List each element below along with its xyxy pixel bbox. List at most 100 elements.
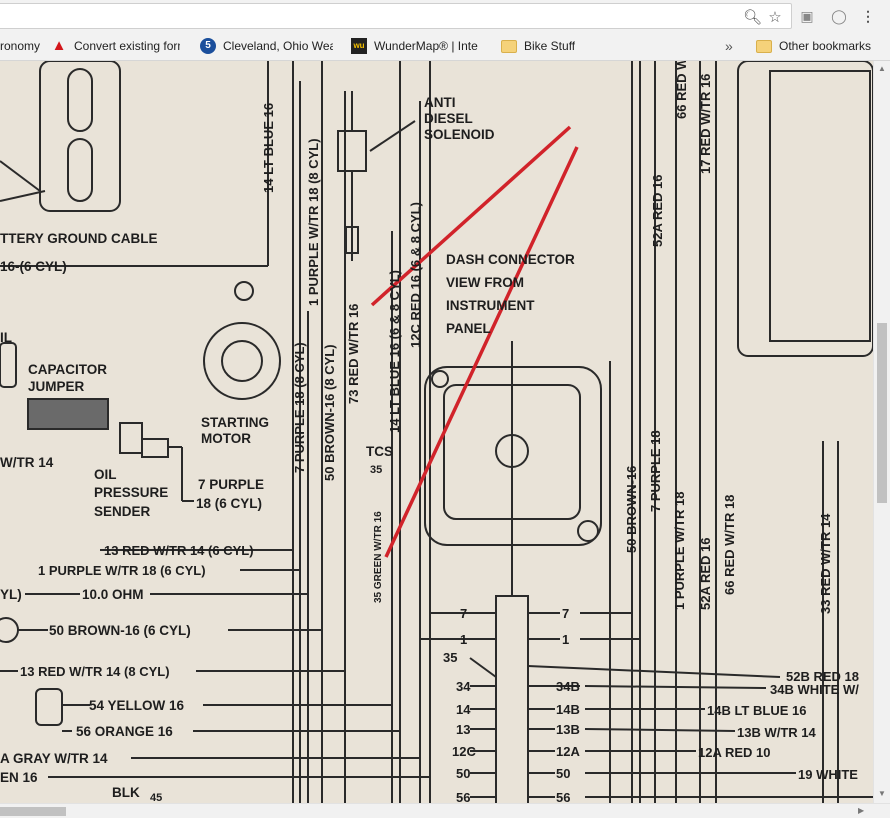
diagram-label: CAPACITOR xyxy=(28,362,107,377)
wire-label: 50 BROWN-16 (8 CYL) xyxy=(322,344,337,481)
diagram-label: 1 PURPLE W/TR 18 (6 CYL) xyxy=(38,563,206,578)
diagram-label: 54 YELLOW 16 xyxy=(89,698,185,713)
pin-number: 7 xyxy=(460,606,467,621)
diagram-label: 35 xyxy=(370,464,382,476)
diagram-label: 19 WHITE xyxy=(798,767,858,782)
diagram-label: STARTING xyxy=(201,415,269,430)
pin-number: 12A xyxy=(556,744,580,759)
diagram-label: OIL xyxy=(94,467,117,482)
bookmark-star-icon[interactable]: ☆ xyxy=(767,10,783,26)
diagram-label: TCS xyxy=(366,444,393,459)
diagram-label: ANTI xyxy=(424,95,456,110)
wire-label: 17 RED W/TR 16 xyxy=(698,74,713,174)
pin-number: 34 xyxy=(456,679,471,694)
horizontal-scrollbar[interactable]: ▶ xyxy=(0,803,890,818)
wire-label: 73 RED W/TR 16 xyxy=(346,304,361,404)
pin-number: 12C xyxy=(452,744,476,759)
address-bar[interactable]: 🔍︎ ☆ xyxy=(0,3,792,29)
diagram-label: DASH CONNECTOR xyxy=(446,252,575,267)
wire-label: 35 GREEN W/TR 16 xyxy=(373,511,384,603)
diagram-label: A GRAY W/TR 14 xyxy=(0,751,108,766)
bookmark-item[interactable]: wu WunderMap® | Inte xyxy=(351,32,488,60)
wire-label: 7 PURPLE 18 (8 CYL) xyxy=(292,342,307,473)
pin-number: 1 xyxy=(562,632,569,647)
wunderground-icon: wu xyxy=(351,38,367,54)
wiring-diagram-image: ANTI DIESEL SOLENOID TTERY GROUND CABLE … xyxy=(0,61,873,803)
diagram-label: 13 RED W/TR 14 (8 CYL) xyxy=(20,664,170,679)
bookmark-item[interactable]: 5 Cleveland, Ohio Wea xyxy=(200,32,340,60)
diagram-label: 18 (6 CYL) xyxy=(196,496,262,511)
diagram-label: PRESSURE xyxy=(94,485,168,500)
wire-label: 7 PURPLE 18 xyxy=(648,430,663,512)
bookmarks-overflow-button[interactable]: » xyxy=(725,32,739,60)
vertical-scrollbar-thumb[interactable] xyxy=(877,323,887,503)
folder-icon xyxy=(501,39,517,53)
diagram-label: INSTRUMENT xyxy=(446,298,535,313)
diagram-label: 50 BROWN-16 (6 CYL) xyxy=(49,623,191,638)
diagram-label: 13B W/TR 14 xyxy=(737,725,817,740)
adobe-icon: ▲ xyxy=(51,37,67,54)
bookmarks-bar: ronomy ▲ Convert existing form 5 Clevela… xyxy=(0,32,890,61)
menu-icon[interactable]: ⋮ xyxy=(858,6,878,26)
diagram-label: EN 16 xyxy=(0,770,38,785)
vertical-scrollbar[interactable]: ▲ ▼ xyxy=(873,61,890,803)
diagram-label: 16-(6 CYL) xyxy=(0,259,67,274)
zoom-icon[interactable]: 🔍︎ xyxy=(743,10,762,26)
wire-label: 66 RED W/TR xyxy=(674,61,689,119)
diagram-label: PANEL xyxy=(446,321,491,336)
pin-number: 34B xyxy=(556,679,580,694)
diagram-label: 7 PURPLE xyxy=(198,477,264,492)
other-bookmarks-folder[interactable]: Other bookmarks xyxy=(756,32,886,60)
diagram-label: 34B WHITE W/ xyxy=(770,682,859,697)
wire-label: 52A RED 16 xyxy=(698,538,713,611)
diagram-label: VIEW FROM xyxy=(446,275,524,290)
scroll-down-icon[interactable]: ▼ xyxy=(878,789,886,799)
diagram-label: BLK xyxy=(112,785,140,800)
pin-number: 50 xyxy=(456,766,470,781)
horizontal-scrollbar-thumb[interactable] xyxy=(0,807,66,816)
bookmark-item[interactable]: ronomy xyxy=(0,32,44,60)
diagram-label: IL xyxy=(0,330,12,345)
scroll-up-icon[interactable]: ▲ xyxy=(878,64,886,74)
wire-label: 1 PURPLE W/TR 18 xyxy=(672,492,687,610)
extension-icon[interactable]: ◯ xyxy=(829,6,849,26)
diagram-label: DIESEL xyxy=(424,111,473,126)
bookmark-folder[interactable]: Bike Stuff xyxy=(501,32,591,60)
diagram-label: 10.0 OHM xyxy=(82,587,144,602)
diagram-label: SENDER xyxy=(94,504,151,519)
diagram-label: 13 RED W/TR 14 (6 CYL) xyxy=(104,543,254,558)
pin-number: 7 xyxy=(562,606,569,621)
diagram-label: 14B LT BLUE 16 xyxy=(707,703,806,718)
folder-icon xyxy=(756,39,772,53)
pin-number: 56 xyxy=(556,790,570,803)
pin-number: 14 xyxy=(456,702,471,717)
address-bar-strip: 🔍︎ ☆ ▣ ◯ ⋮ xyxy=(0,0,890,33)
diagram-label: W/TR 14 xyxy=(0,455,54,470)
extension-icon[interactable]: ▣ xyxy=(797,6,817,26)
wire-label: 33 RED W/TR 14 xyxy=(818,513,833,614)
pin-number: 13 xyxy=(456,722,470,737)
diagram-label: 56 ORANGE 16 xyxy=(76,724,173,739)
pin-number: 35 xyxy=(443,650,457,665)
pin-number: 13B xyxy=(556,722,580,737)
wire-label: 14 LT BLUE 16 (6 & 8 CYL) xyxy=(387,270,402,433)
wire-label: 50 BROWN-16 xyxy=(624,466,639,553)
pin-number: 1 xyxy=(460,632,467,647)
diagram-label: TTERY GROUND CABLE xyxy=(0,231,158,246)
bookmark-item[interactable]: ▲ Convert existing form xyxy=(51,32,188,60)
wire-label: 12C RED 16 (6 & 8 CYL) xyxy=(408,202,423,348)
news5-icon: 5 xyxy=(200,38,216,54)
diagram-label: 12A RED 10 xyxy=(698,745,771,760)
diagram-label: MOTOR xyxy=(201,431,251,446)
scroll-right-icon[interactable]: ▶ xyxy=(858,806,864,816)
diagram-label: YL) xyxy=(0,587,22,602)
wire-label: 52A RED 16 xyxy=(650,175,665,248)
wire-label: 14 LT BLUE 16 xyxy=(261,103,276,193)
wiring-diagram: ANTI DIESEL SOLENOID TTERY GROUND CABLE … xyxy=(0,61,873,803)
pin-number: 50 xyxy=(556,766,570,781)
wire-label: 1 PURPLE W/TR 18 (8 CYL) xyxy=(306,138,321,306)
diagram-label: JUMPER xyxy=(28,379,85,394)
wire-label: 66 RED W/TR 18 xyxy=(722,495,737,595)
diagram-label: SOLENOID xyxy=(424,127,495,142)
pin-number: 14B xyxy=(556,702,580,717)
